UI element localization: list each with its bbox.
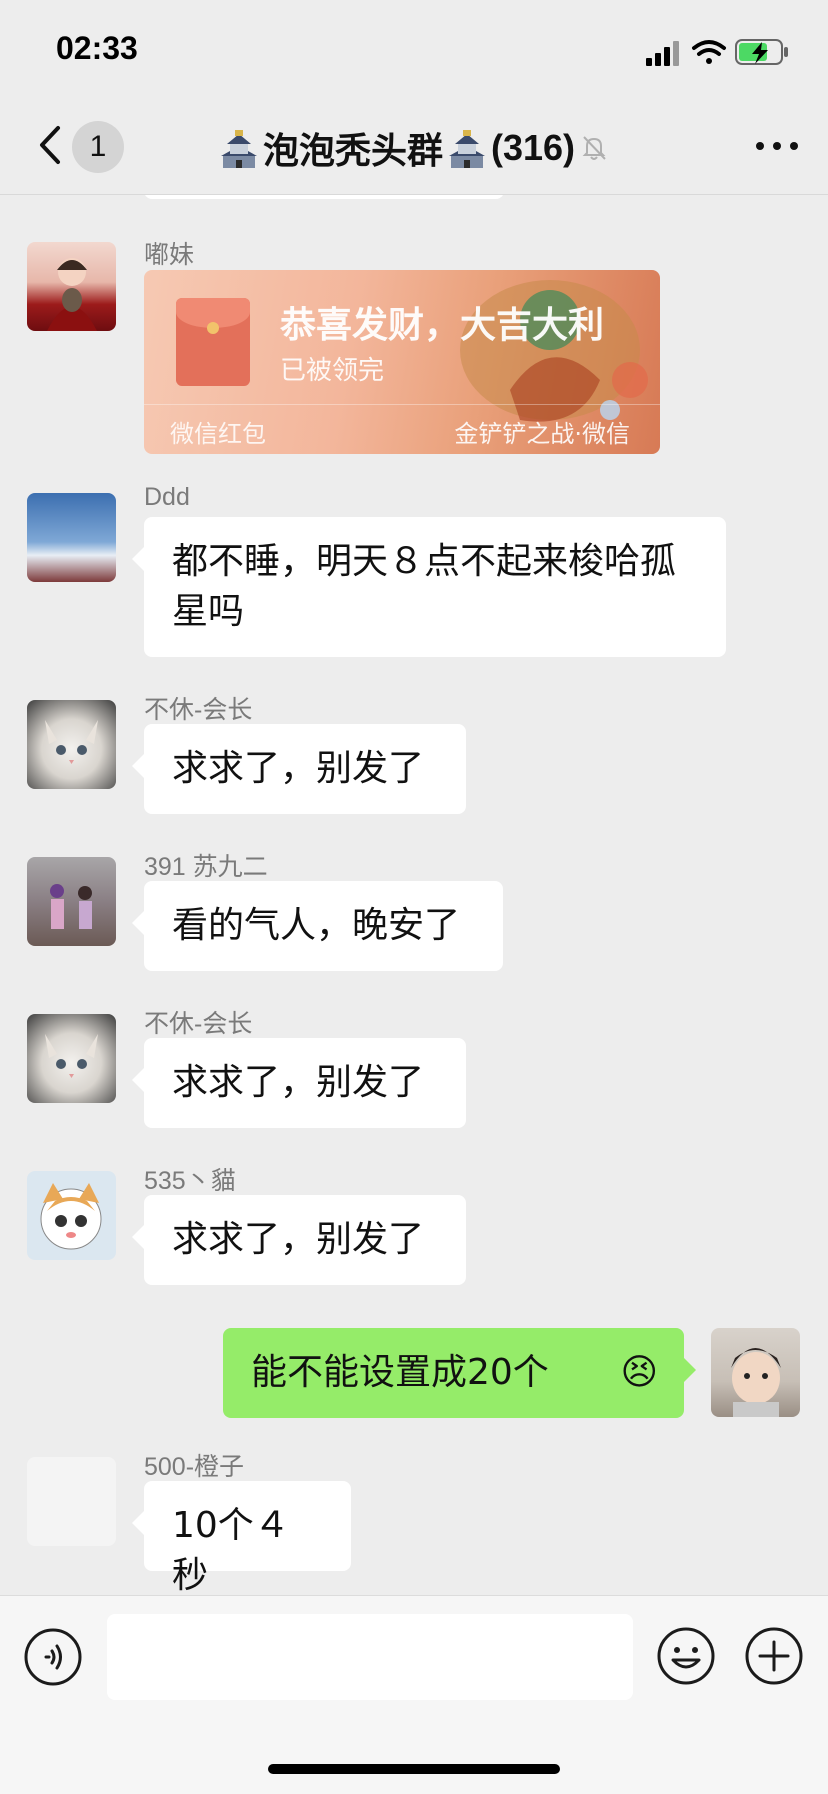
avatar[interactable] — [27, 857, 116, 946]
message-bubble[interactable]: 求求了，别发了 — [132, 1195, 466, 1285]
sender-name: 不休-会长 — [144, 696, 253, 724]
red-packet-source: 金铲铲之战·微信 — [454, 420, 630, 448]
red-packet-label: 微信红包 — [170, 420, 266, 448]
home-indicator — [268, 1764, 560, 1774]
avatar[interactable] — [27, 1457, 116, 1546]
sender-name: 535丶貓 — [144, 1167, 236, 1195]
message-bubble[interactable]: 都不睡，明天８点不起来梭哈孤星吗 — [132, 517, 726, 657]
red-packet-status: 已被领完 — [280, 356, 385, 386]
plus-icon[interactable] — [744, 1626, 804, 1686]
message-bubble[interactable]: 求求了，别发了 — [132, 724, 466, 814]
status-bar: 02:33 — [0, 0, 828, 100]
member-count: (316) — [490, 127, 576, 168]
voice-icon[interactable] — [24, 1628, 82, 1686]
sender-name: 嘟妹 — [144, 241, 195, 269]
sender-name: Ddd — [144, 483, 190, 511]
chat-title[interactable]: 泡泡秃头群 (316) — [0, 122, 828, 174]
sender-name: 500-橙子 — [144, 1453, 245, 1481]
red-envelope-icon — [176, 298, 250, 386]
chat-header: 1 泡泡秃头群 (316) — [0, 100, 828, 195]
more-icon[interactable] — [756, 134, 798, 158]
group-name: 泡泡秃头群 — [262, 130, 443, 171]
red-packet-greeting: 恭喜发财，大吉大利 — [280, 305, 605, 346]
status-time: 02:33 — [56, 30, 138, 66]
message-bubble[interactable]: 看的气人，晚安了 — [132, 881, 503, 971]
message-bubble[interactable]: 10个４秒 — [132, 1481, 351, 1595]
message-list[interactable]: 嘟妹 恭喜发财，大吉大利 已被领完 微信红包 金铲铲之战·微信 Ddd 都不睡，… — [0, 195, 828, 1595]
sender-name: 不休-会长 — [144, 1010, 253, 1038]
battery-icon — [735, 39, 788, 65]
my-avatar[interactable] — [711, 1328, 800, 1417]
wifi-icon — [692, 40, 726, 64]
red-packet-divider — [144, 404, 660, 405]
signal-icon — [646, 41, 679, 66]
status-icons — [646, 39, 788, 66]
emoji-icon[interactable] — [656, 1626, 716, 1686]
my-message-bubble[interactable]: 能不能设置成20个 😣 — [223, 1328, 696, 1418]
avatar[interactable] — [27, 493, 116, 582]
input-bar — [0, 1595, 828, 1794]
message-bubble[interactable]: 求求了，别发了 — [132, 1038, 466, 1128]
castle-icon — [448, 130, 485, 168]
sender-name: 391 苏九二 — [144, 853, 268, 881]
red-packet-card[interactable]: 恭喜发财，大吉大利 已被领完 微信红包 金铲铲之战·微信 — [144, 270, 660, 454]
previous-message-bubble — [144, 195, 504, 199]
message-text: 能不能设置成20个 — [251, 1352, 549, 1393]
message-input[interactable] — [107, 1614, 633, 1700]
avatar[interactable] — [27, 1014, 116, 1103]
grimace-emoji-icon: 😣 — [620, 1352, 658, 1393]
avatar[interactable] — [27, 242, 116, 331]
avatar[interactable] — [27, 1171, 116, 1260]
mute-bell-icon — [582, 136, 606, 160]
avatar[interactable] — [27, 700, 116, 789]
castle-icon — [220, 130, 257, 168]
